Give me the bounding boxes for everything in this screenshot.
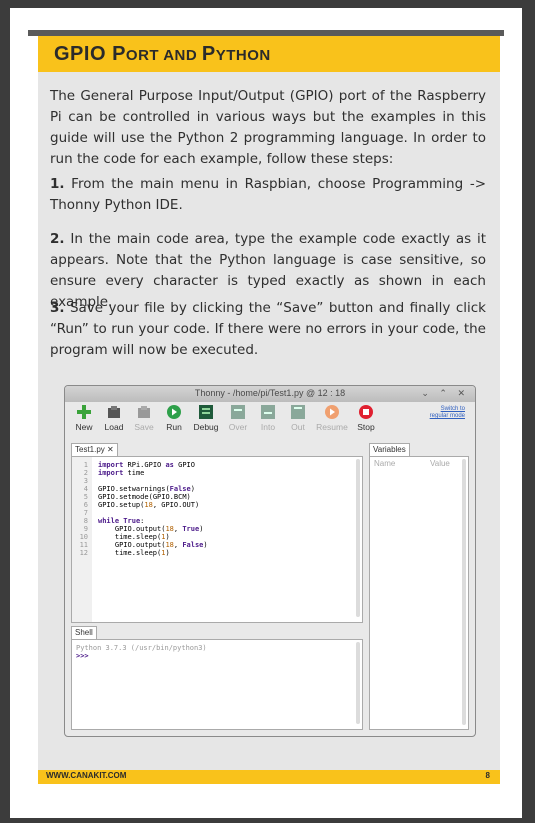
step-into-button[interactable]: Into bbox=[253, 404, 283, 432]
line-number: 1 bbox=[83, 461, 88, 469]
window-titlebar: Thonny - /home/pi/Test1.py @ 12 : 18 ⌄ ⌃… bbox=[65, 386, 475, 402]
step-number: 2. bbox=[50, 231, 65, 247]
code-line: GPIO.output(18, False) bbox=[114, 541, 208, 549]
code-line: GPIO.setmode(GPIO.BCM) bbox=[98, 493, 191, 501]
step-number: 1. bbox=[50, 176, 65, 192]
line-number: 6 bbox=[83, 501, 88, 509]
line-number: 9 bbox=[83, 525, 88, 533]
code-line: time.sleep(1) bbox=[114, 549, 170, 557]
shell-prompt: >>> bbox=[76, 652, 89, 660]
line-number: 3 bbox=[83, 477, 88, 485]
step-3: 3. Save your file by clicking the “Save”… bbox=[50, 298, 486, 361]
variables-name-header: Name bbox=[374, 459, 396, 468]
code-line: time.sleep(1) bbox=[114, 533, 170, 541]
load-button[interactable]: Load bbox=[99, 404, 129, 432]
page-title: GPIO PORT AND PYTHON bbox=[54, 43, 271, 65]
section-heading: GPIO PORT AND PYTHON bbox=[38, 36, 500, 72]
step-into-icon bbox=[261, 405, 275, 419]
line-number: 5 bbox=[83, 493, 88, 501]
code-line: import RPi.GPIO as GPIO bbox=[98, 461, 195, 469]
toolbar: New Load Save Run Debug Over Into Out Re… bbox=[65, 402, 475, 438]
debug-icon bbox=[199, 405, 213, 419]
line-number: 7 bbox=[83, 509, 88, 517]
line-number: 10 bbox=[79, 533, 88, 541]
new-button[interactable]: New bbox=[69, 404, 99, 432]
page-footer: WWW.CANAKIT.COM 8 bbox=[38, 770, 500, 784]
shell-scrollbar[interactable] bbox=[356, 642, 360, 724]
step-out-icon bbox=[291, 405, 305, 419]
intro-paragraph: The General Purpose Input/Output (GPIO) … bbox=[50, 88, 486, 167]
tab-test1[interactable]: Test1.py ✕ bbox=[71, 443, 118, 456]
code-line: import time bbox=[98, 469, 145, 477]
variables-scrollbar[interactable] bbox=[462, 459, 466, 725]
line-number: 12 bbox=[79, 549, 88, 557]
variables-value-header: Value bbox=[430, 459, 450, 468]
editor-scrollbar[interactable] bbox=[356, 459, 360, 617]
line-number: 2 bbox=[83, 469, 88, 477]
folder-icon bbox=[108, 406, 120, 418]
code-line: GPIO.setup(18, GPIO.OUT) bbox=[98, 501, 200, 509]
window-controls[interactable]: ⌄ ⌃ ✕ bbox=[421, 388, 469, 399]
tab-variables[interactable]: Variables bbox=[369, 443, 410, 456]
resume-button[interactable]: Resume bbox=[315, 404, 349, 432]
shell-banner: Python 3.7.3 (/usr/bin/python3) bbox=[76, 644, 207, 652]
page-number: 8 bbox=[485, 771, 490, 780]
stop-icon bbox=[359, 405, 373, 419]
line-number: 8 bbox=[83, 517, 88, 525]
code-line: GPIO.setwarnings(False) bbox=[98, 485, 195, 493]
code-editor[interactable]: 1 import RPi.GPIO as GPIO 2 import time 3 4 GP… bbox=[71, 456, 363, 623]
step-1: 1. From the main menu in Raspbian, choos… bbox=[50, 174, 486, 216]
window-title: Thonny - /home/pi/Test1.py @ 12 : 18 bbox=[194, 388, 346, 398]
play-icon bbox=[167, 405, 181, 419]
line-number: 11 bbox=[79, 541, 88, 549]
step-number: 3. bbox=[50, 300, 65, 316]
step-over-button[interactable]: Over bbox=[223, 404, 253, 432]
footer-url[interactable]: WWW.CANAKIT.COM bbox=[46, 771, 126, 780]
code-line: while True: bbox=[98, 517, 145, 525]
save-icon bbox=[138, 406, 150, 418]
shell-panel[interactable]: Python 3.7.3 (/usr/bin/python3) >>> bbox=[71, 639, 363, 730]
code-line: GPIO.output(18, True) bbox=[114, 525, 204, 533]
resume-icon bbox=[325, 405, 339, 419]
run-button[interactable]: Run bbox=[159, 404, 189, 432]
variables-panel: Name Value bbox=[369, 456, 469, 730]
step-text: Save your file by clicking the “Save” bu… bbox=[50, 300, 486, 358]
debug-button[interactable]: Debug bbox=[191, 404, 221, 432]
stop-button[interactable]: Stop bbox=[351, 404, 381, 432]
step-out-button[interactable]: Out bbox=[283, 404, 313, 432]
save-button[interactable]: Save bbox=[129, 404, 159, 432]
switch-mode-link[interactable]: Switch to regular mode bbox=[430, 406, 465, 420]
line-number: 4 bbox=[83, 485, 88, 493]
tab-shell[interactable]: Shell bbox=[71, 626, 97, 639]
plus-icon bbox=[77, 405, 91, 419]
step-text: From the main menu in Raspbian, choose P… bbox=[50, 176, 486, 213]
step-over-icon bbox=[231, 405, 245, 419]
thonny-window: Thonny - /home/pi/Test1.py @ 12 : 18 ⌄ ⌃… bbox=[64, 385, 476, 737]
